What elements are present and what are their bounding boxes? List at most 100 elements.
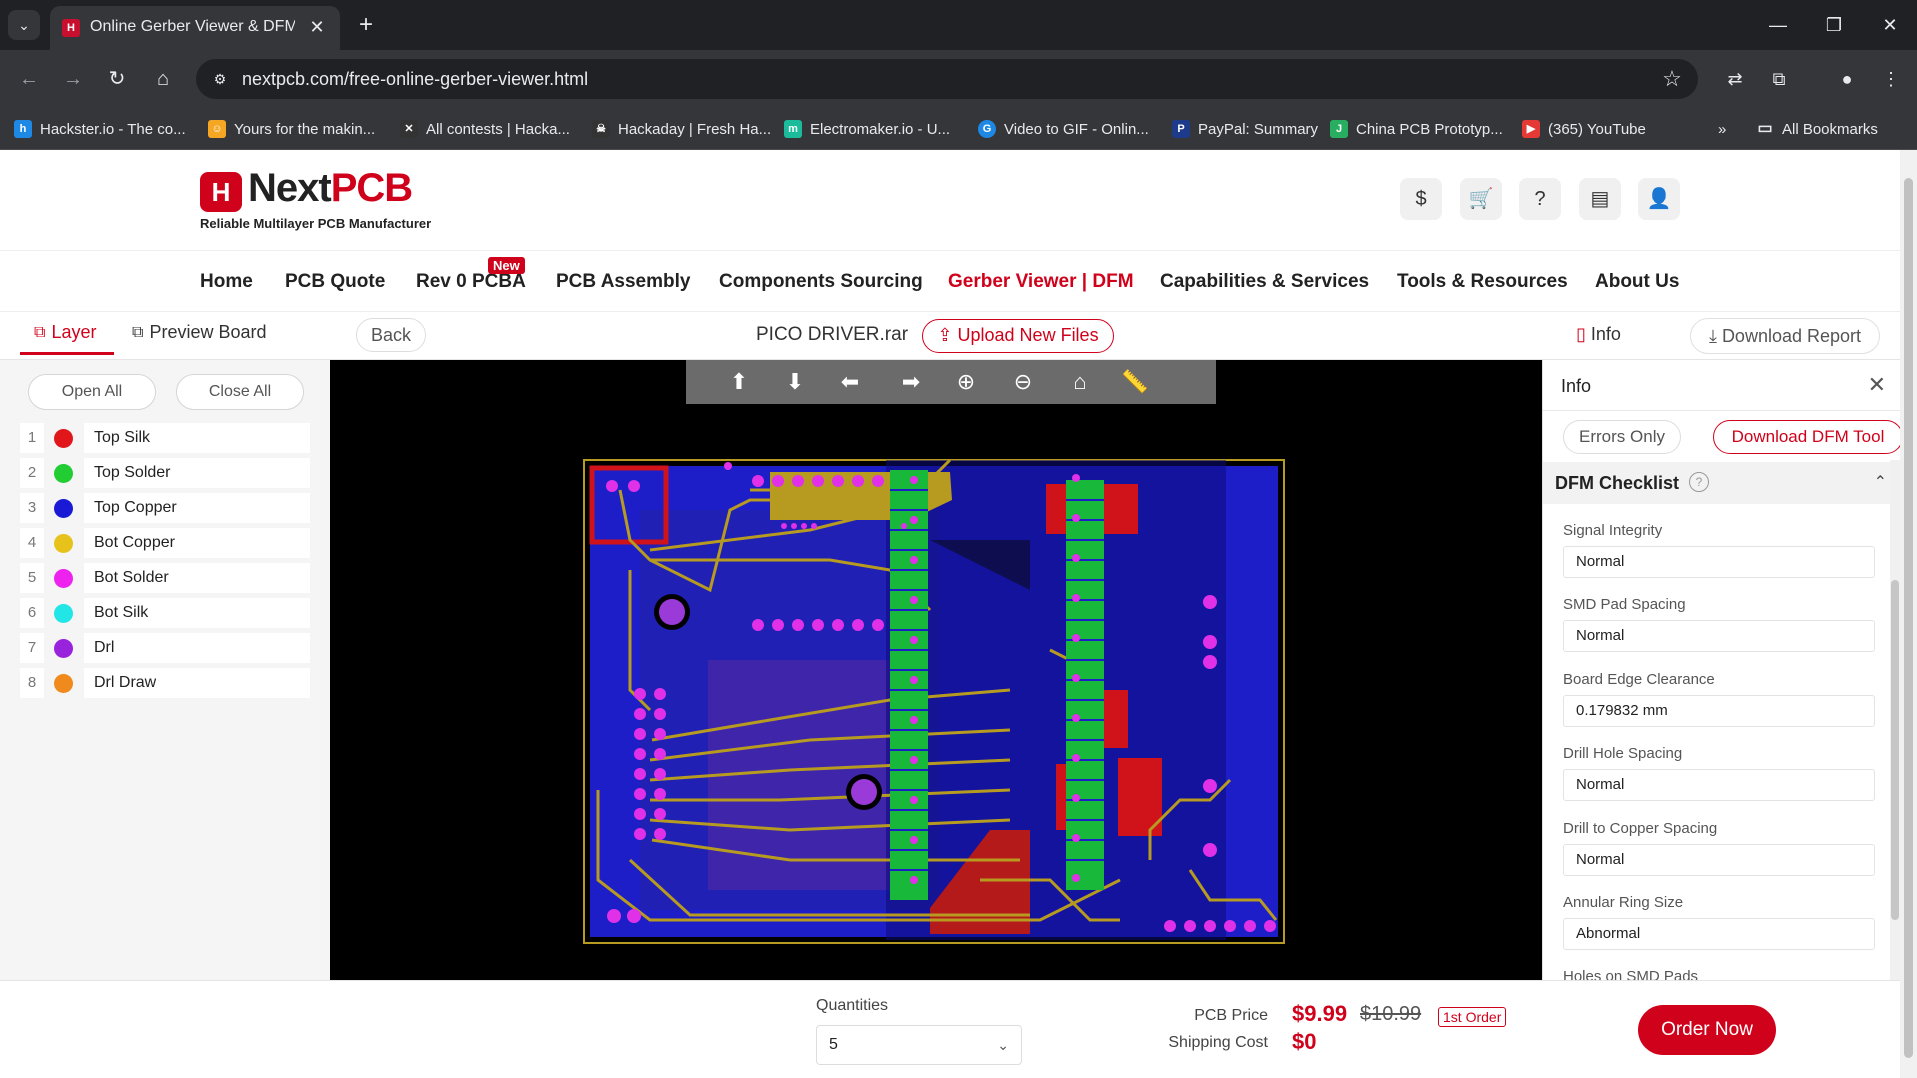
help-icon[interactable]: ? xyxy=(1519,178,1561,220)
measure-ruler-icon[interactable]: 📏 xyxy=(1118,366,1152,398)
page-scrollbar[interactable] xyxy=(1900,150,1917,1078)
bookmarks-overflow-icon[interactable]: » xyxy=(1718,119,1726,139)
nav-tools-resources[interactable]: Tools & Resources xyxy=(1397,271,1568,293)
bookmark-star-icon[interactable]: ☆ xyxy=(1658,65,1686,93)
pan-right-icon[interactable]: ➡ xyxy=(894,366,928,398)
help-circle-icon[interactable]: ? xyxy=(1689,472,1709,492)
layer-row[interactable]: 7 Drl xyxy=(20,633,310,663)
tab-layer[interactable]: ⧉ Layer xyxy=(34,322,96,343)
new-tab-button[interactable]: + xyxy=(352,12,380,40)
layer-row[interactable]: 1 Top Silk xyxy=(20,423,310,453)
bookmark-item[interactable]: ▶ (365) YouTube xyxy=(1522,119,1646,139)
reload-icon[interactable]: ↻ xyxy=(102,64,132,94)
bookmark-item[interactable]: G Video to GIF - Onlin... xyxy=(978,119,1149,139)
check-value: Abnormal xyxy=(1563,918,1875,950)
window-close-icon[interactable]: ✕ xyxy=(1870,10,1910,40)
translate-extension-icon[interactable]: ⇄ xyxy=(1720,64,1750,94)
info-scrollbar[interactable] xyxy=(1890,460,1900,980)
browser-tab[interactable]: H Online Gerber Viewer & DFM A ✕ xyxy=(50,6,340,50)
bookmark-item[interactable]: ✕ All contests | Hacka... xyxy=(400,119,570,139)
layer-row[interactable]: 4 Bot Copper xyxy=(20,528,310,558)
extensions-puzzle-icon[interactable]: ⧉ xyxy=(1764,64,1794,94)
pan-down-icon[interactable]: ⬇ xyxy=(778,366,812,398)
bookmark-item[interactable]: J China PCB Prototyp... xyxy=(1330,119,1503,139)
back-arrow-icon[interactable]: ← xyxy=(14,64,44,94)
nav-pcb-assembly[interactable]: PCB Assembly xyxy=(556,271,690,293)
chevron-up-icon[interactable]: ⌃ xyxy=(1874,472,1887,492)
home-icon[interactable]: ⌂ xyxy=(148,64,178,94)
info-scrollbar-thumb[interactable] xyxy=(1891,580,1899,920)
cart-icon[interactable]: 🛒 xyxy=(1460,178,1502,220)
zoom-in-icon[interactable]: ⊕ xyxy=(949,366,983,398)
nav-gerber-viewer[interactable]: Gerber Viewer | DFM xyxy=(948,271,1134,293)
layer-row[interactable]: 6 Bot Silk xyxy=(20,598,310,628)
layer-color-dot[interactable] xyxy=(54,639,73,658)
canvas-toolbar: ⬆ ⬇ ⬅ ➡ ⊕ ⊖ ⌂ 📏 xyxy=(686,360,1216,404)
restore-icon[interactable]: ❐ xyxy=(1814,10,1854,40)
folder-icon: ▭ xyxy=(1757,120,1773,137)
upload-new-files-button[interactable]: ⇪ Upload New Files xyxy=(922,319,1114,353)
quantity-select[interactable]: 5 ⌄ xyxy=(816,1025,1022,1065)
layer-color-dot[interactable] xyxy=(54,499,73,518)
layer-row[interactable]: 2 Top Solder xyxy=(20,458,310,488)
layer-color-dot[interactable] xyxy=(54,464,73,483)
nav-capabilities[interactable]: Capabilities & Services xyxy=(1160,271,1369,293)
layer-color-dot[interactable] xyxy=(54,569,73,588)
pcb-render[interactable] xyxy=(330,360,1542,980)
download-report-button[interactable]: ⤓ Download Report xyxy=(1690,318,1880,354)
nav-rev0-pcba[interactable]: Rev 0 PCBA xyxy=(416,271,526,293)
reset-view-home-icon[interactable]: ⌂ xyxy=(1063,366,1097,398)
check-value: Normal xyxy=(1563,620,1875,652)
bookmark-item[interactable]: h Hackster.io - The co... xyxy=(14,119,186,139)
download-dfm-tool-button[interactable]: Download DFM Tool xyxy=(1713,420,1900,454)
tab-search-button[interactable]: ⌄ xyxy=(8,10,40,40)
nav-about-us[interactable]: About Us xyxy=(1595,271,1679,293)
nav-pcb-quote[interactable]: PCB Quote xyxy=(285,271,385,293)
coupon-icon[interactable]: $ xyxy=(1400,178,1442,220)
layer-row[interactable]: 8 Drl Draw xyxy=(20,668,310,698)
errors-only-button[interactable]: Errors Only xyxy=(1563,420,1681,454)
bookmark-item[interactable]: P PayPal: Summary xyxy=(1172,119,1318,139)
upload-icon: ⇪ xyxy=(937,325,958,345)
user-icon[interactable]: 👤 xyxy=(1638,178,1680,220)
address-bar[interactable]: ⚙ nextpcb.com/free-online-gerber-viewer.… xyxy=(196,59,1698,99)
open-all-button[interactable]: Open All xyxy=(28,374,156,410)
minimize-icon[interactable]: — xyxy=(1758,10,1798,40)
chevron-down-icon: ⌄ xyxy=(997,1037,1009,1053)
bookmark-item[interactable]: ☠ Hackaday | Fresh Ha... xyxy=(592,119,771,139)
layer-color-dot[interactable] xyxy=(54,429,73,448)
close-icon[interactable]: ✕ xyxy=(1868,372,1886,398)
tab-info[interactable]: ▯ Info xyxy=(1576,324,1621,345)
layer-row[interactable]: 5 Bot Solder xyxy=(20,563,310,593)
close-all-button[interactable]: Close All xyxy=(176,374,304,410)
site-info-icon[interactable]: ⚙ xyxy=(210,69,230,89)
profile-avatar[interactable]: ● xyxy=(1832,64,1862,94)
layer-color-dot[interactable] xyxy=(54,604,73,623)
bookmark-item[interactable]: m Electromaker.io - U... xyxy=(784,119,950,139)
order-now-button[interactable]: Order Now xyxy=(1638,1005,1776,1055)
gerber-canvas[interactable]: ⬆ ⬇ ⬅ ➡ ⊕ ⊖ ⌂ 📏 xyxy=(330,360,1542,980)
nav-home[interactable]: Home xyxy=(200,271,253,293)
us-flag-icon[interactable]: ▤ xyxy=(1579,178,1621,220)
layer-number: 1 xyxy=(20,423,44,453)
pan-left-icon[interactable]: ⬅ xyxy=(833,366,867,398)
nextpcb-logo-icon[interactable]: H xyxy=(200,172,242,212)
tab-preview-board[interactable]: ⧉ Preview Board xyxy=(132,322,267,343)
all-bookmarks-button[interactable]: ▭ All Bookmarks xyxy=(1756,119,1877,139)
nav-components-sourcing[interactable]: Components Sourcing xyxy=(719,271,923,293)
pan-up-icon[interactable]: ⬆ xyxy=(722,366,756,398)
bookmark-item[interactable]: ☺ Yours for the makin... xyxy=(208,119,375,139)
check-value: Normal xyxy=(1563,844,1875,876)
layer-color-dot[interactable] xyxy=(54,674,73,693)
page-scrollbar-thumb[interactable] xyxy=(1904,178,1913,1058)
close-icon[interactable]: ✕ xyxy=(306,16,328,38)
logo-wordmark[interactable]: NextPCB xyxy=(248,166,413,211)
menu-kebab-icon[interactable]: ⋮ xyxy=(1876,64,1906,94)
forward-arrow-icon[interactable]: → xyxy=(58,64,88,94)
dfm-checklist-header[interactable]: DFM Checklist ? ⌃ xyxy=(1543,462,1900,504)
zoom-out-icon[interactable]: ⊖ xyxy=(1006,366,1040,398)
check-label: SMD Pad Spacing xyxy=(1563,596,1686,613)
layer-row[interactable]: 3 Top Copper xyxy=(20,493,310,523)
back-button[interactable]: Back xyxy=(356,318,426,352)
layer-color-dot[interactable] xyxy=(54,534,73,553)
